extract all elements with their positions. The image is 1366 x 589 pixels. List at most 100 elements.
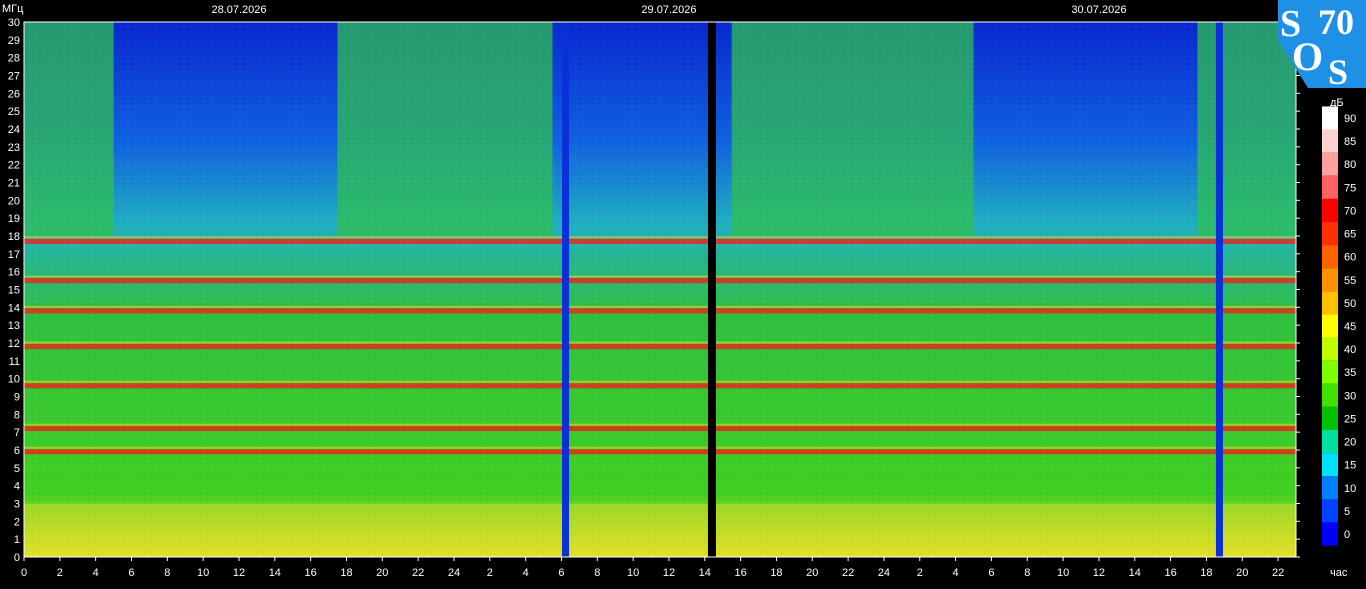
x-tick-label: 14 bbox=[1129, 567, 1141, 579]
y-tick-label: 2 bbox=[14, 516, 20, 528]
colorbar-swatch bbox=[1322, 522, 1338, 546]
plot-area bbox=[24, 22, 1296, 557]
y-tick-label: 19 bbox=[8, 213, 20, 225]
y-tick-label: 22 bbox=[8, 160, 20, 172]
y-tick-label: 9 bbox=[14, 392, 20, 404]
y-tick-label: 8 bbox=[14, 409, 20, 421]
colorbar-tick-label: 85 bbox=[1344, 136, 1356, 148]
x-tick-label: 10 bbox=[627, 567, 639, 579]
x-tick-label: 2 bbox=[487, 567, 493, 579]
x-tick-label: 6 bbox=[128, 567, 134, 579]
y-tick-label: 15 bbox=[8, 285, 20, 297]
y-tick-label: 6 bbox=[14, 445, 20, 457]
colorbar-tick-label: 40 bbox=[1344, 344, 1356, 356]
x-tick-label: 24 bbox=[878, 567, 890, 579]
colorbar-tick-label: 90 bbox=[1344, 113, 1356, 125]
x-tick-label: 2 bbox=[57, 567, 63, 579]
y-unit-label: МГц bbox=[2, 3, 24, 15]
colorbar-tick-label: 10 bbox=[1344, 483, 1356, 495]
date-label: 30.07.2026 bbox=[1071, 4, 1126, 16]
colorbar-tick-label: 80 bbox=[1344, 159, 1356, 171]
y-tick-label: 28 bbox=[8, 53, 20, 65]
noise-texture bbox=[24, 22, 1296, 557]
colorbar-swatch bbox=[1322, 106, 1338, 130]
colorbar-tick-label: 20 bbox=[1344, 437, 1356, 449]
x-tick-label: 20 bbox=[806, 567, 818, 579]
y-tick-label: 10 bbox=[8, 374, 20, 386]
signal-dropout bbox=[562, 22, 570, 557]
colorbar-swatch bbox=[1322, 360, 1338, 384]
x-tick-label: 12 bbox=[233, 567, 245, 579]
y-tick-label: 24 bbox=[8, 124, 20, 136]
colorbar-swatch bbox=[1322, 268, 1338, 292]
x-tick-label: 22 bbox=[412, 567, 424, 579]
colorbar-swatch bbox=[1322, 383, 1338, 407]
colorbar-tick-label: 35 bbox=[1344, 367, 1356, 379]
colorbar-tick-label: 55 bbox=[1344, 275, 1356, 287]
colorbar-tick-label: 15 bbox=[1344, 460, 1356, 472]
y-tick-label: 21 bbox=[8, 178, 20, 190]
x-tick-label: 14 bbox=[269, 567, 281, 579]
colorbar-swatch bbox=[1322, 314, 1338, 338]
colorbar-tick-label: 50 bbox=[1344, 298, 1356, 310]
colorbar-swatch bbox=[1322, 175, 1338, 199]
colorbar-swatch bbox=[1322, 453, 1338, 477]
colorbar-tick-label: 60 bbox=[1344, 252, 1356, 264]
colorbar-swatch bbox=[1322, 129, 1338, 153]
colorbar-swatch bbox=[1322, 406, 1338, 430]
x-tick-label: 18 bbox=[770, 567, 782, 579]
colorbar-tick-label: 65 bbox=[1344, 229, 1356, 241]
x-tick-label: 20 bbox=[1236, 567, 1248, 579]
sos70-logo: S 70 O S bbox=[1278, 0, 1366, 92]
y-tick-label: 5 bbox=[14, 463, 20, 475]
logo-letter-o: O bbox=[1292, 34, 1323, 79]
x-tick-label: 4 bbox=[953, 567, 959, 579]
spectrogram-chart: МГц0123456789101112131415161718192021222… bbox=[2, 3, 1356, 579]
y-tick-label: 27 bbox=[8, 71, 20, 83]
y-tick-label: 29 bbox=[8, 35, 20, 47]
y-tick-label: 26 bbox=[8, 88, 20, 100]
date-label: 29.07.2026 bbox=[641, 4, 696, 16]
data-gap bbox=[707, 22, 716, 557]
y-tick-label: 11 bbox=[9, 356, 20, 368]
x-tick-label: 14 bbox=[699, 567, 711, 579]
y-tick-label: 0 bbox=[14, 552, 20, 564]
y-tick-label: 12 bbox=[8, 338, 20, 350]
x-tick-label: 16 bbox=[1164, 567, 1176, 579]
colorbar-swatch bbox=[1322, 499, 1338, 523]
x-tick-label: 6 bbox=[988, 567, 994, 579]
colorbar-swatch bbox=[1322, 198, 1338, 222]
y-tick-label: 13 bbox=[8, 320, 20, 332]
colorbar-swatch bbox=[1322, 430, 1338, 454]
x-tick-label: 4 bbox=[523, 567, 529, 579]
logo-number: 70 bbox=[1318, 2, 1354, 42]
colorbar: дБ908580757065605550454035302520151050 bbox=[1322, 97, 1356, 546]
colorbar-tick-label: 30 bbox=[1344, 390, 1356, 402]
x-tick-label: 22 bbox=[842, 567, 854, 579]
x-tick-label: 18 bbox=[1200, 567, 1212, 579]
y-tick-label: 30 bbox=[8, 17, 20, 29]
x-tick-label: 12 bbox=[1093, 567, 1105, 579]
x-tick-label: 8 bbox=[594, 567, 600, 579]
date-label: 28.07.2026 bbox=[211, 4, 266, 16]
y-tick-label: 16 bbox=[8, 267, 20, 279]
x-tick-label: 2 bbox=[917, 567, 923, 579]
colorbar-tick-label: 5 bbox=[1344, 506, 1350, 518]
y-tick-label: 1 bbox=[14, 534, 20, 546]
x-tick-label: 22 bbox=[1272, 567, 1284, 579]
x-tick-label: 18 bbox=[340, 567, 352, 579]
x-tick-label: 20 bbox=[376, 567, 388, 579]
x-tick-label: 24 bbox=[448, 567, 460, 579]
x-tick-label: 10 bbox=[197, 567, 209, 579]
x-tick-label: 0 bbox=[21, 567, 27, 579]
x-tick-label: 16 bbox=[305, 567, 317, 579]
colorbar-swatch bbox=[1322, 245, 1338, 269]
x-tick-label: 6 bbox=[558, 567, 564, 579]
x-tick-label: 10 bbox=[1057, 567, 1069, 579]
colorbar-swatch bbox=[1322, 222, 1338, 246]
x-tick-label: 16 bbox=[734, 567, 746, 579]
colorbar-swatch bbox=[1322, 291, 1338, 315]
colorbar-tick-label: 45 bbox=[1344, 321, 1356, 333]
colorbar-swatch bbox=[1322, 476, 1338, 500]
y-tick-label: 17 bbox=[8, 249, 20, 261]
